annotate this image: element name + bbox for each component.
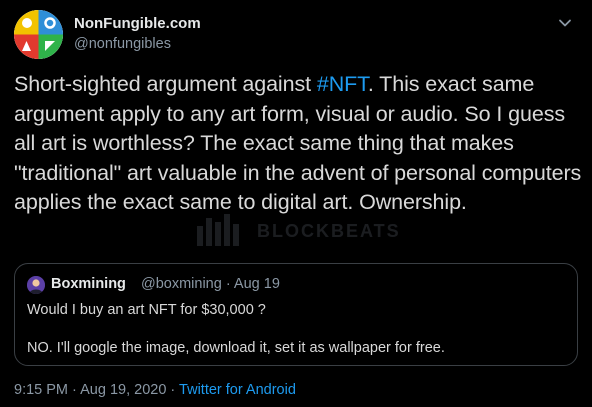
nonfungible-logo-icon: [14, 10, 63, 59]
author-display-name[interactable]: NonFungible.com: [74, 15, 201, 32]
footer-separator-2: ·: [170, 382, 176, 398]
quoted-display-name: Boxmining: [51, 276, 126, 292]
tweet-source-link[interactable]: Twitter for Android: [179, 382, 296, 398]
tweet-header: NonFungible.com @nonfungibles: [14, 10, 578, 60]
tweet-time[interactable]: 9:15 PM: [14, 382, 68, 398]
tweet-text-start: Short-sighted argument against: [14, 72, 317, 96]
quoted-separator: ·: [225, 276, 231, 292]
watermark-text: BLOCKBEATS: [257, 221, 401, 241]
tweet-text: Short-sighted argument against #NFT. Thi…: [14, 70, 582, 218]
quoted-text-line1: Would I buy an art NFT for $30,000 ?: [27, 302, 266, 318]
tweet-date[interactable]: Aug 19, 2020: [80, 382, 166, 398]
hashtag-link[interactable]: #NFT: [317, 72, 368, 96]
quoted-tweet[interactable]: Boxmining @boxmining · Aug 19 Would I bu…: [14, 263, 578, 366]
author-handle[interactable]: @nonfungibles: [74, 36, 171, 52]
tweet-menu-button[interactable]: [556, 14, 574, 32]
quoted-meta: @boxmining · Aug 19: [141, 276, 280, 292]
quoted-avatar: [27, 276, 45, 294]
footer-separator-1: ·: [72, 382, 77, 398]
avatar[interactable]: [14, 10, 63, 59]
tweet-footer: 9:15 PM · Aug 19, 2020 · Twitter for And…: [14, 382, 296, 398]
chevron-down-icon: [559, 19, 571, 27]
watermark: BLOCKBEATS: [195, 212, 405, 248]
quoted-text-line2: NO. I'll google the image, download it, …: [27, 340, 445, 356]
tweet: NonFungible.com @nonfungibles Short-sigh…: [0, 0, 592, 407]
quoted-avatar-icon: [27, 276, 45, 294]
quoted-handle: @boxmining: [141, 276, 222, 292]
quoted-date: Aug 19: [233, 276, 280, 292]
